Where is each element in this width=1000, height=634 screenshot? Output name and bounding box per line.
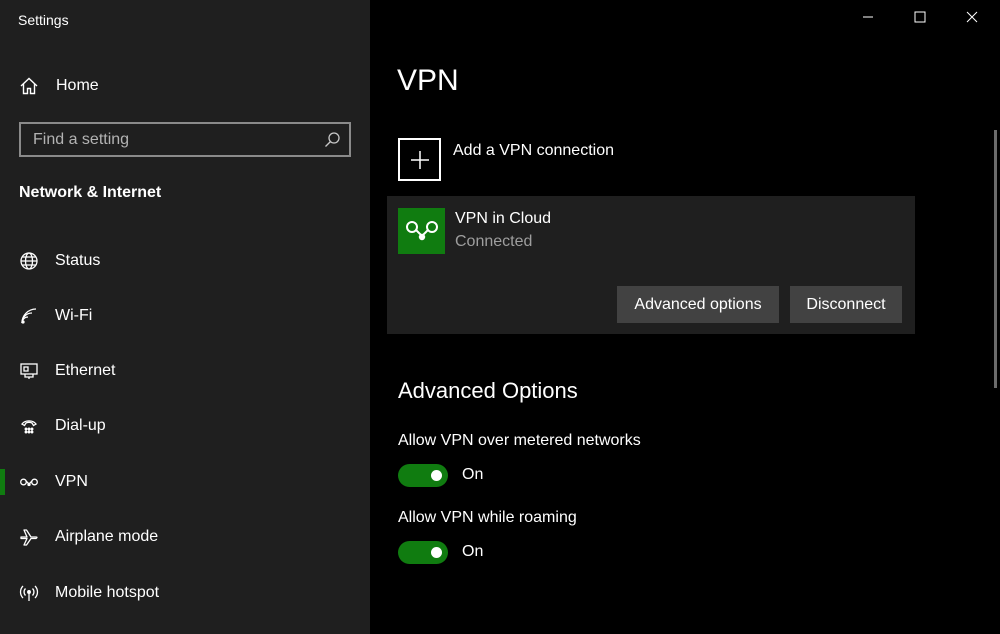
- sidebar-item-label: Airplane mode: [55, 528, 159, 545]
- sidebar-item-ethernet[interactable]: Ethernet: [0, 351, 370, 391]
- roaming-toggle[interactable]: [398, 541, 448, 564]
- roaming-state: On: [462, 543, 484, 560]
- search-input[interactable]: [21, 124, 323, 155]
- section-title: Network & Internet: [19, 184, 162, 201]
- maximize-button[interactable]: [894, 0, 946, 38]
- sidebar-item-label: Ethernet: [55, 362, 116, 379]
- sidebar-item-mobile-hotspot[interactable]: Mobile hotspot: [0, 573, 370, 613]
- toggle-knob: [431, 547, 442, 558]
- sidebar-item-label: Wi-Fi: [55, 307, 93, 324]
- sidebar-item-vpn[interactable]: VPN: [0, 462, 370, 502]
- vpn-connection-status: Connected: [455, 233, 533, 250]
- scrollbar[interactable]: [994, 130, 997, 388]
- hotspot-icon: [18, 582, 40, 604]
- sidebar-item-label: Status: [55, 252, 101, 269]
- page-title: VPN: [397, 64, 459, 97]
- toggle-knob: [431, 470, 442, 481]
- advanced-options-button[interactable]: Advanced options: [617, 286, 779, 323]
- metered-networks-state: On: [462, 466, 484, 483]
- metered-networks-label: Allow VPN over metered networks: [398, 432, 641, 449]
- minimize-icon: [862, 10, 874, 28]
- sidebar-item-airplane-mode[interactable]: Airplane mode: [0, 517, 370, 557]
- search-icon[interactable]: [323, 131, 341, 149]
- maximize-icon: [914, 10, 926, 28]
- wifi-icon: [18, 305, 40, 327]
- add-vpn-label: Add a VPN connection: [453, 142, 614, 159]
- minimize-button[interactable]: [842, 0, 894, 38]
- sidebar: Settings Home Network & Internet Status: [0, 0, 370, 634]
- home-icon: [18, 75, 40, 97]
- home-button[interactable]: Home: [18, 74, 348, 98]
- close-button[interactable]: [946, 0, 998, 38]
- sidebar-item-wifi[interactable]: Wi-Fi: [0, 296, 370, 336]
- roaming-label: Allow VPN while roaming: [398, 509, 577, 526]
- vpn-connection-icon: [398, 208, 445, 254]
- airplane-icon: [18, 526, 40, 548]
- sidebar-item-label: Dial-up: [55, 417, 106, 434]
- plus-icon: [398, 138, 441, 181]
- disconnect-button[interactable]: Disconnect: [790, 286, 902, 323]
- dialup-icon: [18, 415, 40, 437]
- vpn-icon: [18, 471, 40, 493]
- globe-icon: [18, 250, 40, 272]
- sidebar-item-dialup[interactable]: Dial-up: [0, 406, 370, 446]
- sidebar-item-label: Mobile hotspot: [55, 584, 160, 601]
- home-label: Home: [56, 77, 99, 94]
- close-icon: [966, 10, 978, 28]
- advanced-options-heading: Advanced Options: [398, 378, 578, 403]
- ethernet-icon: [18, 360, 40, 382]
- search-box: [19, 122, 351, 157]
- app-title: Settings: [18, 12, 69, 28]
- sidebar-item-label: VPN: [55, 473, 88, 490]
- vpn-connection-card[interactable]: VPN in Cloud Connected Advanced options …: [387, 196, 915, 334]
- vpn-connection-name: VPN in Cloud: [455, 210, 552, 227]
- metered-networks-toggle[interactable]: [398, 464, 448, 487]
- main-panel: VPN Add a VPN connection VPN in Cloud Co…: [370, 0, 1000, 634]
- add-vpn-connection-button[interactable]: Add a VPN connection: [398, 138, 614, 181]
- sidebar-item-status[interactable]: Status: [0, 241, 370, 281]
